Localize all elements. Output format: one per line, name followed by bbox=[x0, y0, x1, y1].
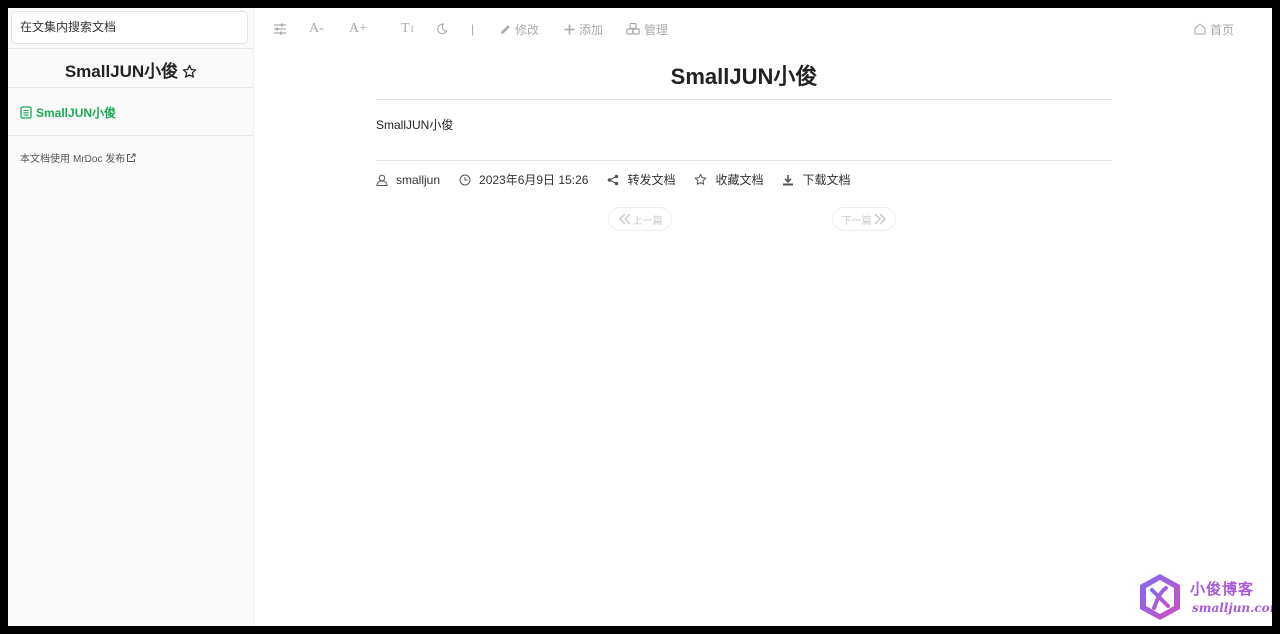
divider bbox=[8, 135, 254, 136]
font-decrease-button[interactable]: A- bbox=[309, 21, 324, 37]
document-icon bbox=[20, 106, 32, 119]
prev-page-button[interactable]: 上一篇 bbox=[608, 207, 672, 231]
star-icon[interactable] bbox=[182, 64, 197, 84]
search-box[interactable] bbox=[11, 11, 248, 44]
download-label: 下载文档 bbox=[802, 173, 851, 187]
font-family-button[interactable]: TI bbox=[401, 21, 414, 37]
collect-button[interactable]: 收藏文档 bbox=[694, 171, 763, 188]
prev-label: 上一篇 bbox=[632, 215, 663, 227]
mrdoc-link[interactable]: MrDoc 发布 bbox=[73, 150, 125, 165]
next-page-button[interactable]: 下一篇 bbox=[832, 207, 896, 231]
user-icon bbox=[376, 174, 392, 186]
collect-label: 收藏文档 bbox=[715, 173, 764, 187]
brand-watermark: 小俊博客 smalljun.com bbox=[1136, 572, 1272, 622]
project-title-text: SmallJUN小俊 bbox=[64, 62, 179, 81]
download-button[interactable]: 下载文档 bbox=[782, 171, 850, 188]
home-icon bbox=[1194, 23, 1206, 35]
edit-button[interactable]: 修改 bbox=[500, 21, 539, 37]
pencil-icon bbox=[500, 24, 511, 35]
brand-logo bbox=[1136, 572, 1184, 626]
settings-sliders-icon[interactable] bbox=[273, 21, 287, 37]
font-increase-label: A+ bbox=[349, 21, 368, 36]
font-family-label: T bbox=[401, 21, 410, 36]
toc-item-label: SmallJUN小俊 bbox=[36, 106, 117, 120]
project-title: SmallJUN小俊 bbox=[8, 57, 254, 84]
search-input[interactable] bbox=[20, 20, 240, 34]
brand-name: 小俊博客 bbox=[1190, 580, 1255, 598]
sidebar: SmallJUN小俊 SmallJUN小俊 本文档使用 MrDoc 发布 bbox=[8, 8, 254, 626]
toc-item[interactable]: SmallJUN小俊 bbox=[20, 104, 116, 121]
document-content: SmallJUN小俊 SmallJUN小俊 smalljun 2023年6月9日… bbox=[376, 50, 1112, 190]
double-chevron-left-icon bbox=[618, 213, 632, 225]
doc-datetime: 2023年6月9日 15:26 bbox=[459, 171, 588, 188]
star-outline-icon bbox=[694, 173, 711, 186]
footer-suffix: 发布 bbox=[105, 154, 126, 165]
manage-button[interactable]: 管理 bbox=[626, 21, 668, 37]
home-label: 首页 bbox=[1210, 22, 1235, 37]
mrdoc-link-label: MrDoc bbox=[73, 154, 103, 165]
toolbar: A- A+ TI | 修改 添加 管理 首页 bbox=[254, 8, 1272, 50]
home-button[interactable]: 首页 bbox=[1194, 21, 1234, 37]
datetime-text: 2023年6月9日 15:26 bbox=[479, 173, 589, 187]
clock-icon bbox=[459, 174, 475, 186]
doc-meta: smalljun 2023年6月9日 15:26 转发文档 收藏文档 下载文档 bbox=[376, 160, 1112, 190]
share-icon bbox=[607, 174, 623, 186]
share-label: 转发文档 bbox=[627, 173, 676, 187]
doc-body: SmallJUN小俊 bbox=[376, 118, 454, 132]
author-name: smalljun bbox=[396, 172, 441, 187]
double-chevron-right-icon bbox=[873, 213, 887, 225]
manage-label: 管理 bbox=[644, 22, 669, 37]
brand-url: smalljun.com bbox=[1192, 601, 1272, 615]
font-decrease-label: A- bbox=[309, 21, 324, 36]
external-link-icon bbox=[126, 153, 136, 163]
add-label: 添加 bbox=[579, 22, 604, 37]
toolbar-separator: | bbox=[471, 21, 474, 37]
separator-label: | bbox=[471, 22, 475, 36]
divider bbox=[8, 48, 254, 49]
divider bbox=[8, 87, 254, 88]
next-label: 下一篇 bbox=[841, 215, 872, 227]
moon-icon[interactable] bbox=[436, 21, 448, 37]
plus-icon bbox=[564, 24, 575, 35]
edit-label: 修改 bbox=[515, 22, 540, 37]
doc-title: SmallJUN小俊 bbox=[376, 50, 1112, 100]
footer-prefix: 本文档使用 bbox=[20, 154, 70, 165]
share-button[interactable]: 转发文档 bbox=[607, 171, 675, 188]
download-icon bbox=[782, 174, 798, 186]
cubes-icon bbox=[626, 23, 640, 35]
doc-author: smalljun bbox=[376, 173, 440, 187]
font-increase-button[interactable]: A+ bbox=[349, 21, 367, 37]
app-window: SmallJUN小俊 SmallJUN小俊 本文档使用 MrDoc 发布 A- … bbox=[8, 8, 1272, 626]
footer-note: 本文档使用 MrDoc 发布 bbox=[20, 150, 136, 165]
add-button[interactable]: 添加 bbox=[564, 21, 603, 37]
